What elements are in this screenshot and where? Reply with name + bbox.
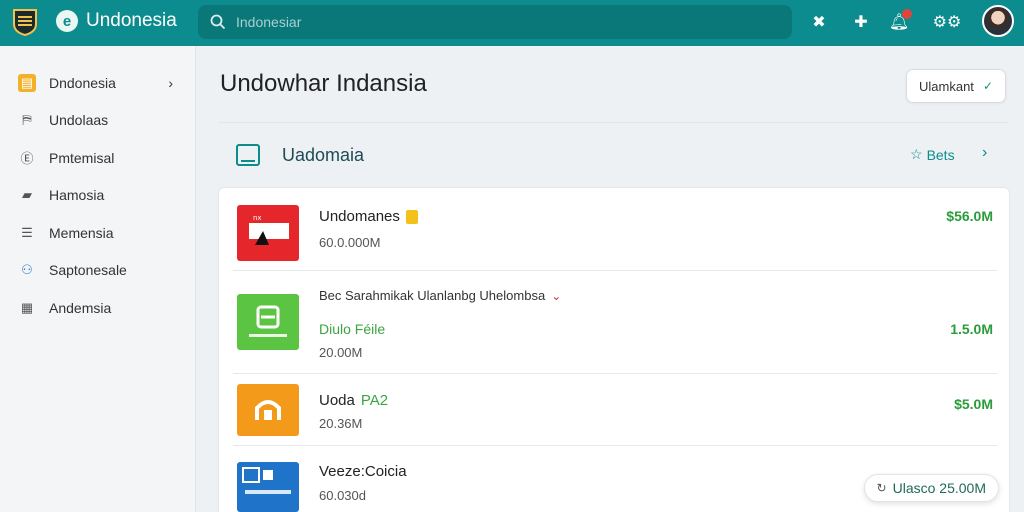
amount-pill[interactable]: ↻ Ulasco 25.00M [863,474,999,502]
monitor-icon [236,144,260,166]
sidebar-item-label: Pmtemisal [49,149,115,166]
sidebar-item-hamosia[interactable]: ▰ Hamosia [0,177,195,215]
items-card: nx Undomanes 60.0.000M $56.0M Bec Sarahm… [218,187,1010,512]
search-bar[interactable] [198,5,792,39]
list-item[interactable]: Uoda PA2 20.36M $5.0M [219,374,1009,446]
sidebar-item-andemsia[interactable]: ▦ Andemsia [0,289,195,327]
refresh-icon: ↻ [876,481,887,495]
section-title: Uadomaia [282,145,365,165]
sidebar-item-label: Saptonesale [49,262,127,279]
chevron-down-icon[interactable]: ⌄ [551,289,561,303]
coin-icon: Ⓔ [20,151,34,167]
document-icon: ▤ [18,73,36,92]
puzzle-icon[interactable]: ✚ [850,11,872,33]
sidebar-item-label: Andemsia [49,299,112,316]
filter-dropdown[interactable]: Ulamkant ✓ [906,69,1006,103]
brand-e-icon: e [56,10,78,32]
item-thumbnail: nx [237,205,299,261]
item-name: Undomanes [319,208,418,225]
apps-icon[interactable]: ⚙︎⚙︎ [930,11,964,33]
page-title: Undowhar Indansia [220,70,427,97]
item-thumbnail [237,462,299,512]
chevron-right-icon[interactable]: › [982,144,987,162]
people-icon: ⚇ [21,262,33,278]
search-input[interactable] [236,14,756,30]
map-icon: ⛿ [22,112,32,128]
item-thumbnail [237,384,299,436]
list-item[interactable]: Bec Sarahmikak Ulanlanbg Uhelombsa ⌄ Diu… [219,271,1009,374]
sidebar-item-undolaas[interactable]: ⛿ Undolaas [0,102,195,140]
list-icon: ☰ [21,224,33,240]
item-name: Diulo Féile [319,321,386,337]
top-bar: e Undonesia ✖ ✚ 🔔︎ ⚙︎⚙︎ [0,0,1024,46]
item-amount: 1.5.0M [950,321,993,337]
star-icon: ☆ [910,146,923,162]
sidebar-item-saptonesale[interactable]: ⚇ Saptonesale [0,252,195,290]
pill-label: Ulasco 25.00M [892,480,986,496]
item-sub: 60.030d [319,488,366,503]
sidebar-item-label: Undolaas [49,112,109,129]
chart-icon: ▰ [22,187,32,203]
shield-logo-icon[interactable] [12,8,38,37]
section-header: Uadomaia ☆ Bets › [218,134,1008,182]
brand-name: Undonesia [86,10,177,31]
divider [218,122,1008,123]
list-item[interactable]: nx Undomanes 60.0.000M $56.0M [219,188,1009,271]
svg-text:nx: nx [253,214,262,222]
user-avatar[interactable] [982,5,1014,37]
item-name: Uoda PA2 [319,392,389,409]
chevron-right-icon: › [168,74,173,91]
item-sub: 60.0.000M [319,235,381,250]
item-heading: Bec Sarahmikak Ulanlanbg Uhelombsa ⌄ [319,288,562,303]
sidebar-item-label: Dndonesia [49,74,116,91]
item-name: Veeze:Coicia [319,463,407,480]
bets-link-label: Bets [926,146,955,163]
item-amount: $56.0M [946,208,993,224]
brand[interactable]: e Undonesia [56,10,177,32]
table-icon: ▦ [20,299,34,315]
tools-icon[interactable]: ✖ [808,11,830,33]
sidebar-item-label: Hamosia [49,187,105,204]
notification-badge [902,9,912,19]
tag-icon [405,209,418,224]
sidebar-item-memensia[interactable]: ☰ Memensia [0,214,195,252]
sidebar-item-pmtemisal[interactable]: Ⓔ Pmtemisal [0,139,195,177]
item-amount: $5.0M [954,396,993,412]
sidebar-item-dndonesia[interactable]: ▤ Dndonesia › [0,64,195,102]
search-icon [210,14,226,30]
item-sub: 20.00M [319,345,363,360]
dropdown-label: Ulamkant [919,78,974,94]
main-content: Undowhar Indansia Ulamkant ✓ Uadomaia ☆ … [196,46,1024,512]
item-thumbnail [237,294,299,350]
sidebar: ▤ Dndonesia › ⛿ Undolaas Ⓔ Pmtemisal ▰ H… [0,46,196,512]
chevron-down-icon: ✓ [982,79,993,93]
list-item[interactable]: Veeze:Coicia 60.030d ↻ Ulasco 25.00M [219,446,1009,512]
sidebar-item-label: Memensia [49,224,114,241]
bets-link[interactable]: ☆ Bets [910,146,955,163]
item-sub: 20.36M [319,416,363,431]
